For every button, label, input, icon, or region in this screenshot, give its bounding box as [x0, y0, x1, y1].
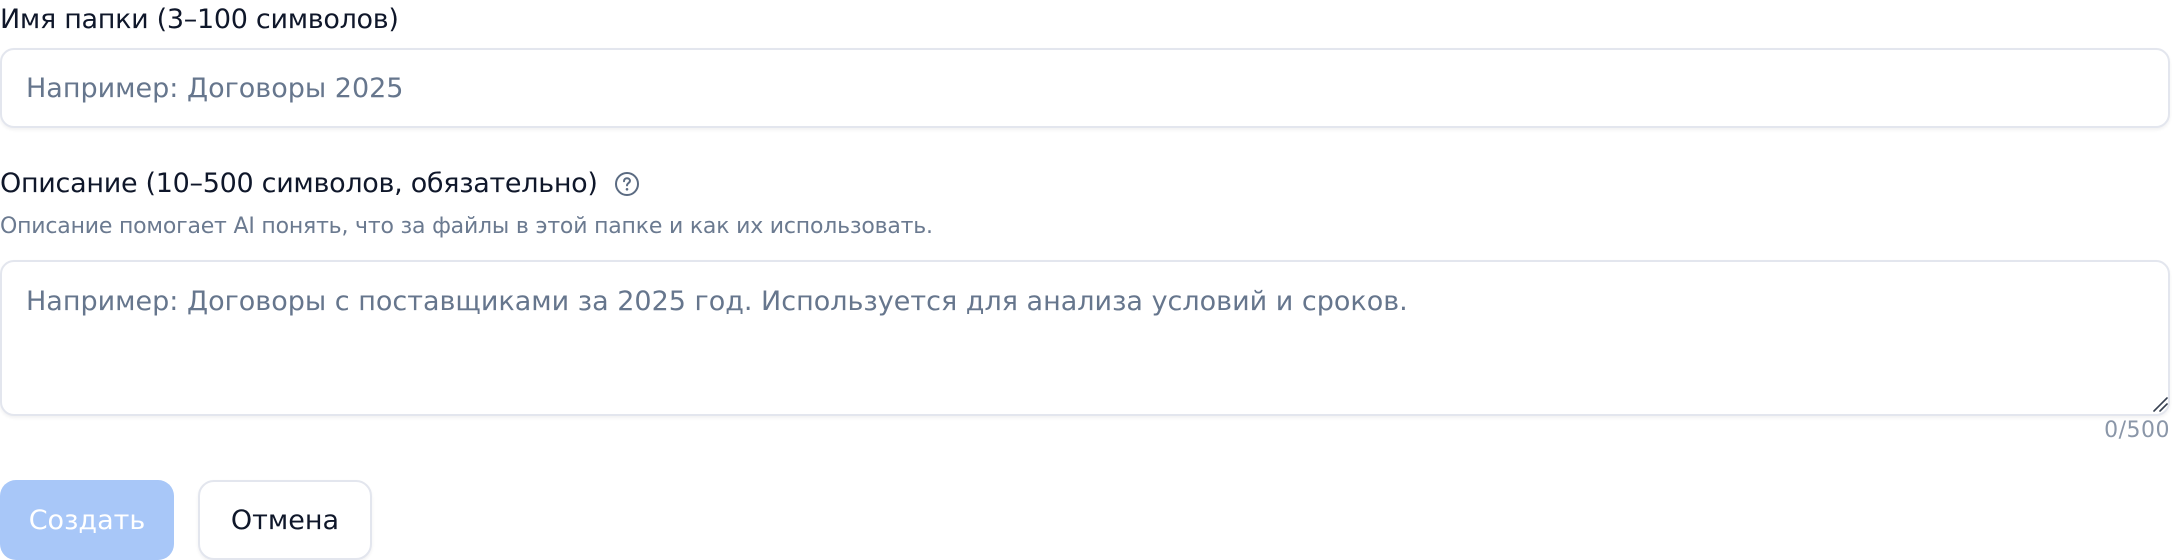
description-label-row: Описание (10–500 символов, обязательно): [0, 168, 640, 199]
description-hint: Описание помогает AI понять, что за файл…: [0, 214, 933, 239]
folder-name-input[interactable]: [0, 48, 2170, 128]
character-counter: 0/500: [2104, 418, 2170, 443]
create-button[interactable]: Создать: [0, 480, 174, 560]
cancel-button[interactable]: Отмена: [198, 480, 372, 560]
question-circle-icon[interactable]: [614, 171, 640, 197]
description-textarea[interactable]: [0, 260, 2170, 416]
resize-handle-icon[interactable]: [2152, 396, 2168, 412]
create-folder-form: Имя папки (3–100 символов) Описание (10–…: [0, 0, 2172, 560]
folder-name-label: Имя папки (3–100 символов): [0, 4, 399, 35]
description-label: Описание (10–500 символов, обязательно): [0, 168, 598, 199]
